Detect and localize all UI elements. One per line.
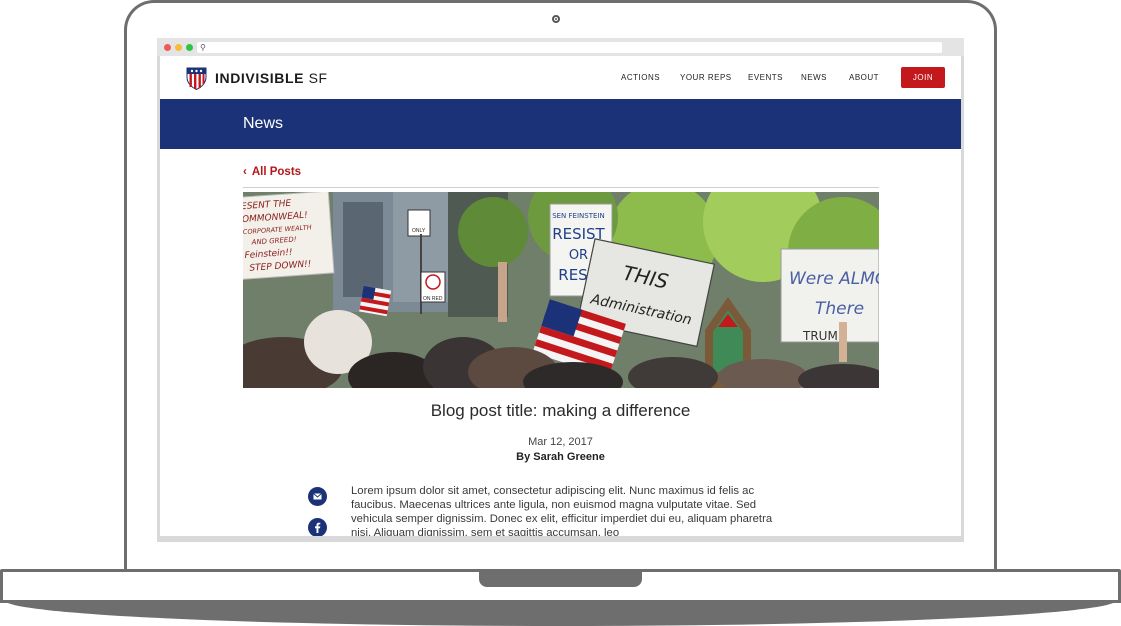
- nav-actions[interactable]: ACTIONS: [621, 73, 660, 82]
- hero-sign5: TRUM: [802, 329, 838, 343]
- brand-name-bold: INDIVISIBLE: [215, 70, 305, 86]
- camera-icon: [552, 15, 560, 23]
- facebook-icon: [315, 522, 321, 533]
- chevron-left-icon: ‹: [243, 166, 247, 178]
- hero-sign4-line1: Were ALMOS: [789, 269, 879, 289]
- hero-sign2-line3: OR: [569, 248, 588, 263]
- street-sign-only: ONLY: [412, 228, 426, 234]
- nav-your-reps[interactable]: YOUR REPS: [680, 73, 732, 82]
- address-bar[interactable]: ⚲: [197, 42, 942, 53]
- nav-about[interactable]: ABOUT: [849, 73, 879, 82]
- all-posts-label: All Posts: [251, 166, 302, 178]
- close-window-button[interactable]: [164, 44, 171, 51]
- divider: [243, 187, 879, 188]
- post-author: By Sarah Greene: [516, 451, 605, 463]
- nav-events[interactable]: EVENTS: [748, 73, 783, 82]
- brand-name[interactable]: INDIVISIBLE SF: [215, 70, 328, 86]
- site-header: INDIVISIBLE SF ACTIONS YOUR REPS EVENTS …: [160, 56, 961, 99]
- maximize-window-button[interactable]: [186, 44, 193, 51]
- browser-toolbar: ⚲: [157, 38, 964, 56]
- email-icon: [313, 493, 322, 500]
- page-title: News: [243, 115, 284, 132]
- post-body: Lorem ipsum dolor sit amet, consectetur …: [351, 485, 773, 536]
- all-posts-link[interactable]: ‹ All Posts: [243, 166, 301, 178]
- brand-name-light: SF: [308, 70, 328, 86]
- join-button[interactable]: JOIN: [901, 67, 945, 88]
- hero-sign4-line2: There: [815, 299, 864, 319]
- street-sign-on-red: ON RED: [423, 296, 443, 302]
- share-facebook-button[interactable]: [308, 518, 327, 536]
- laptop-shadow: [4, 600, 1117, 626]
- laptop-notch: [479, 569, 642, 587]
- nav-news[interactable]: NEWS: [801, 73, 827, 82]
- browser-window: ⚲ INDIVISIBLE SF ACTIONS YOUR REPS EVENT…: [157, 38, 964, 542]
- minimize-window-button[interactable]: [175, 44, 182, 51]
- post-date: Mar 12, 2017: [528, 436, 593, 448]
- page-banner: News: [160, 99, 961, 149]
- search-icon: ⚲: [200, 43, 206, 52]
- hero-sign2-line1: SEN FEINSTEIN: [552, 212, 605, 220]
- post-title: Blog post title: making a difference: [430, 401, 691, 420]
- web-page: INDIVISIBLE SF ACTIONS YOUR REPS EVENTS …: [160, 56, 961, 536]
- hero-image: ONLY ON RED ESENT THE OMMONWEAL! CORPORA…: [243, 192, 879, 388]
- shield-logo-icon[interactable]: [186, 66, 207, 90]
- share-email-button[interactable]: [308, 487, 327, 506]
